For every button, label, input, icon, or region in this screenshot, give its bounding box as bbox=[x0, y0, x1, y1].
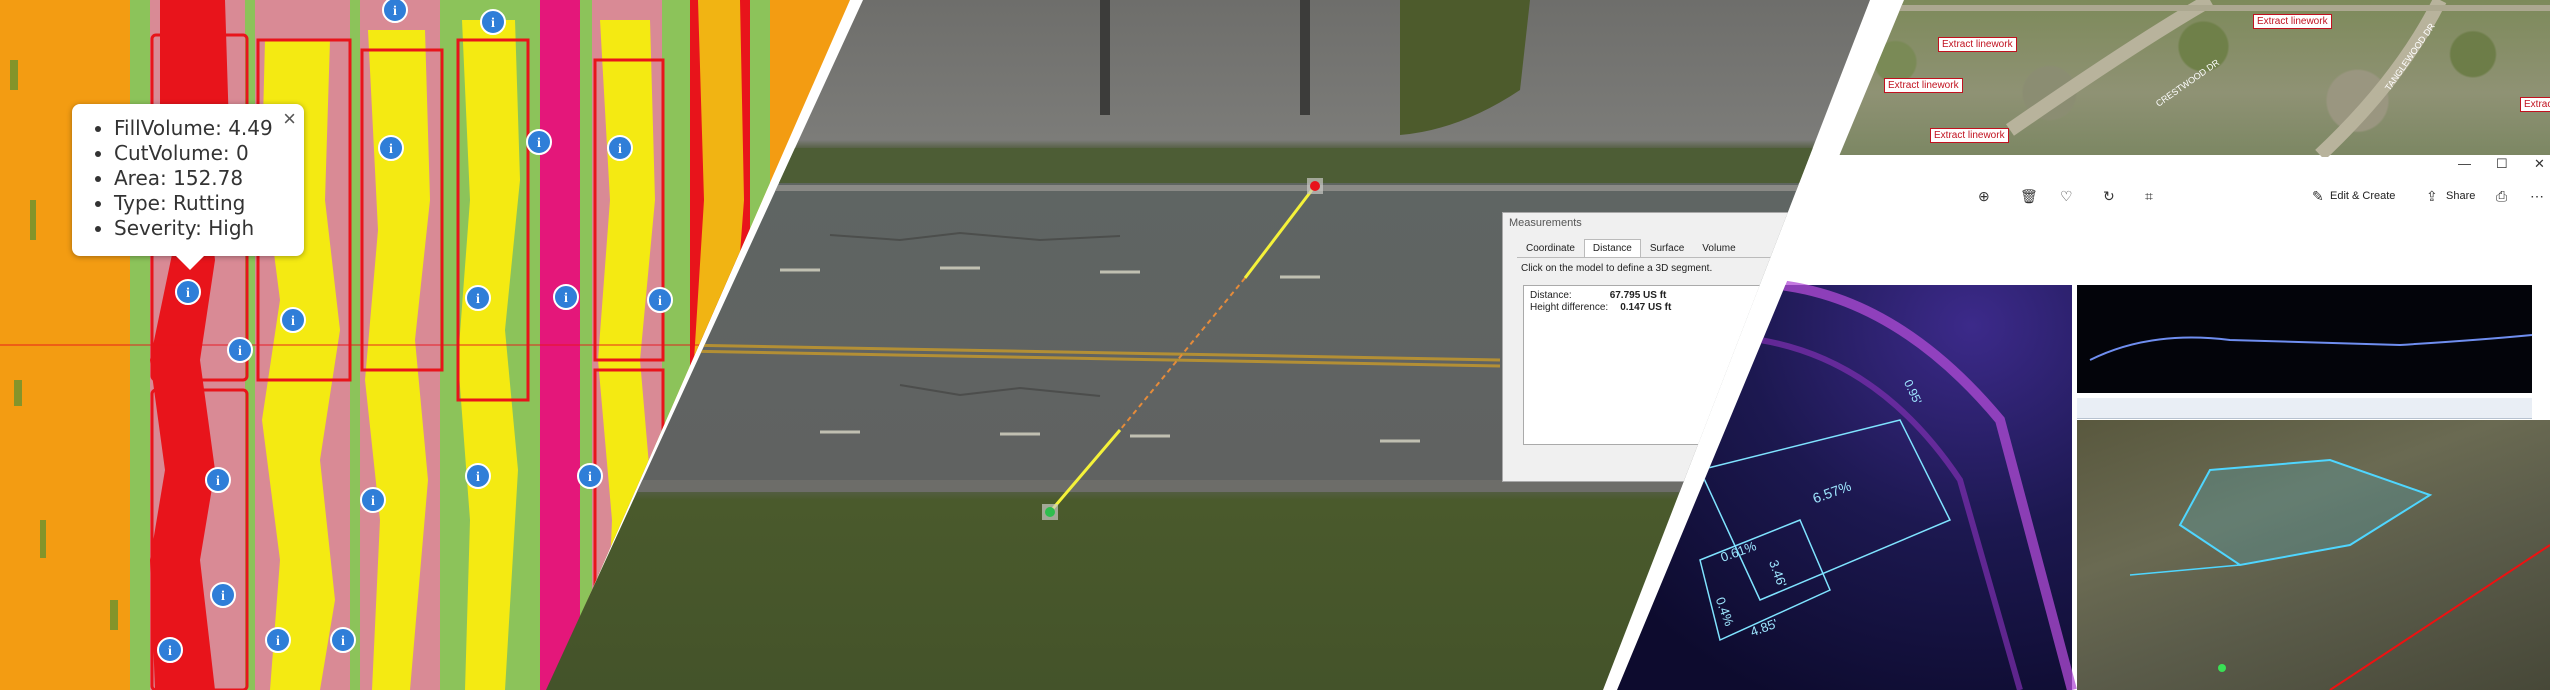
distance-value: 67.795 US ft bbox=[1609, 290, 1667, 301]
composite-screenshot: i i i i i i i i i i i i i i i i i i i × FillVolume: 4.49 C… bbox=[0, 0, 2550, 690]
info-marker-glyph: i bbox=[238, 344, 242, 359]
tab-distance[interactable]: Distance bbox=[1583, 239, 1641, 257]
info-marker-glyph: i bbox=[168, 644, 172, 659]
info-marker-glyph: i bbox=[186, 286, 190, 301]
info-marker-glyph: i bbox=[491, 16, 495, 31]
measure-line-bottom bbox=[1048, 429, 1122, 513]
info-marker-glyph: i bbox=[476, 292, 480, 307]
info-marker-glyph: i bbox=[564, 291, 568, 306]
popup-fill-volume: FillVolume: 4.49 bbox=[114, 116, 304, 141]
info-marker-glyph: i bbox=[393, 4, 397, 19]
info-marker-glyph: i bbox=[658, 294, 662, 309]
info-marker-glyph: i bbox=[588, 470, 592, 485]
tab-surface[interactable]: Surface bbox=[1641, 239, 1693, 257]
info-marker-glyph: i bbox=[389, 142, 393, 157]
popup-close-button[interactable]: × bbox=[283, 106, 296, 132]
tab-coordinate[interactable]: Coordinate bbox=[1517, 239, 1584, 257]
popup-attribute-list: FillVolume: 4.49 CutVolume: 0 Area: 152.… bbox=[72, 104, 304, 241]
tab-volume[interactable]: Volume bbox=[1693, 239, 1744, 257]
info-marker-glyph: i bbox=[476, 470, 480, 485]
height-diff-value: 0.147 US ft bbox=[1620, 302, 1672, 313]
info-marker-glyph: i bbox=[371, 494, 375, 509]
popup-severity: Severity: High bbox=[114, 216, 304, 241]
info-marker-glyph: i bbox=[291, 314, 295, 329]
info-marker-glyph: i bbox=[276, 634, 280, 649]
info-marker-glyph: i bbox=[221, 589, 225, 604]
measurements-tabs: Coordinate Distance Surface Volume bbox=[1517, 239, 1803, 258]
info-marker-glyph: i bbox=[216, 474, 220, 489]
measurements-hint: Click on the model to define a 3D segmen… bbox=[1521, 263, 1713, 274]
popup-type: Type: Rutting bbox=[114, 191, 304, 216]
feature-popup: × FillVolume: 4.49 CutVolume: 0 Area: 15… bbox=[72, 104, 304, 270]
popup-cut-volume: CutVolume: 0 bbox=[114, 141, 304, 166]
measurements-title: Measurements bbox=[1509, 217, 1582, 229]
measure-end-point bbox=[1045, 507, 1055, 517]
popup-area: Area: 152.78 bbox=[114, 166, 304, 191]
measure-start-point bbox=[1310, 181, 1320, 191]
distance-label: Distance: bbox=[1530, 290, 1572, 301]
height-diff-label: Height difference: bbox=[1530, 302, 1609, 313]
measure-line-top bbox=[1243, 185, 1317, 279]
info-marker-glyph: i bbox=[341, 634, 345, 649]
info-marker-glyph: i bbox=[537, 136, 541, 151]
info-marker-glyph: i bbox=[618, 142, 622, 157]
